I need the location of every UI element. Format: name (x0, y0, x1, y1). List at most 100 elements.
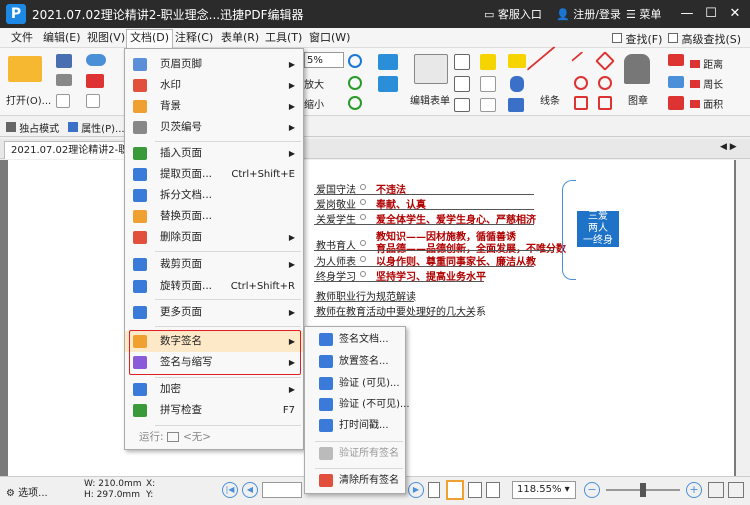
menu-item-rotate-page[interactable]: 旋转页面... Ctrl+Shift+R (125, 276, 303, 297)
perimeter-tool[interactable]: 周长 (690, 76, 723, 91)
menu-edit[interactable]: 编辑(E) (40, 30, 84, 46)
text-icon[interactable] (480, 76, 496, 92)
menu-item-crop-page[interactable]: 裁剪页面 ▶ (125, 254, 303, 275)
edit-form-label[interactable]: 编辑表单 (410, 92, 450, 107)
polygon-icon[interactable] (598, 76, 612, 90)
close-button[interactable]: ✕ (724, 4, 746, 24)
menu-item-header-footer[interactable]: 页眉页脚 ▶ (125, 54, 303, 75)
single-page-icon[interactable] (428, 482, 440, 498)
zoom-select[interactable]: 118.55% ▾ (512, 481, 576, 499)
area-tool[interactable]: 面积 (690, 96, 723, 111)
menu-item-split-document[interactable]: 拆分文档... (125, 185, 303, 206)
submenu-verify-all[interactable]: 验证所有签名 (305, 443, 405, 464)
menu-item-run[interactable]: 运行: <无> (125, 427, 303, 448)
pencil-icon[interactable] (668, 54, 684, 66)
facing-page-icon[interactable] (468, 482, 482, 498)
menu-item-encrypt[interactable]: 加密 ▶ (125, 379, 303, 400)
first-page-button[interactable]: |◀ (222, 482, 238, 498)
vertical-scrollbar[interactable] (736, 160, 750, 476)
email-icon[interactable] (86, 74, 104, 88)
maximize-button[interactable]: ☐ (700, 4, 722, 24)
rotate-left-icon[interactable] (348, 76, 362, 90)
menu-document[interactable]: 文档(D) (126, 29, 174, 48)
menu-window[interactable]: 窗口(W) (306, 30, 353, 46)
print-icon[interactable] (56, 74, 72, 86)
menu-item-delete-page[interactable]: 删除页面 ▶ (125, 227, 303, 248)
typewriter-icon[interactable] (480, 54, 496, 70)
highlight-icon[interactable] (668, 96, 684, 110)
fit-width-icon[interactable] (708, 482, 724, 498)
menu-file[interactable]: 文件 (8, 30, 36, 46)
open-button[interactable]: 打开(O)... (6, 92, 51, 107)
exclusive-mode-button[interactable]: 独占模式 (6, 120, 59, 135)
eraser-icon[interactable] (668, 76, 684, 88)
new-doc-icon[interactable] (56, 94, 70, 108)
submenu-sign-document[interactable]: 签名文档... (305, 329, 405, 350)
line-label[interactable]: 线条 (540, 92, 560, 107)
menu-view[interactable]: 视图(V) (84, 30, 128, 46)
zoom-in-icon[interactable] (348, 54, 362, 68)
submenu-timestamp[interactable]: 打时间戳... (305, 415, 405, 436)
edit-form-icon[interactable] (414, 54, 448, 84)
zoom-in-label[interactable]: 放大 (304, 76, 324, 91)
circle-icon[interactable] (574, 76, 588, 90)
distance-tool[interactable]: 距离 (690, 56, 723, 71)
tab-scroll-icon[interactable]: ◀ ▶ (720, 142, 737, 152)
stamp-icon[interactable] (624, 54, 650, 84)
find-button[interactable]: 查找(F) (612, 31, 662, 47)
cloud-shape-icon[interactable] (598, 96, 612, 110)
menu-button[interactable]: ☰ 菜单 (626, 6, 661, 22)
zoom-in-button[interactable]: + (686, 482, 702, 498)
stamp-label[interactable]: 图章 (628, 92, 648, 107)
menu-item-spell-check[interactable]: 拼写检查 F7 (125, 400, 303, 421)
submenu-place-signature[interactable]: 放置签名... (305, 351, 405, 372)
menu-item-insert-page[interactable]: 插入页面 ▶ (125, 143, 303, 164)
back-button[interactable]: ▶ (408, 482, 424, 498)
options-button[interactable]: ⚙ 选项... (6, 484, 48, 499)
page-icon[interactable] (86, 94, 100, 108)
zoom-select[interactable]: 5% (304, 52, 344, 68)
menu-item-watermark[interactable]: 水印 ▶ (125, 75, 303, 96)
menu-item-bates[interactable]: 贝茨编号 ▶ (125, 117, 303, 138)
zoom-out-button[interactable]: − (584, 482, 600, 498)
minimize-button[interactable]: — (676, 4, 698, 24)
submenu-clear-all[interactable]: 清除所有签名 (305, 470, 405, 491)
text-box-icon[interactable] (454, 54, 470, 70)
image-icon[interactable] (378, 54, 398, 70)
continuous-page-icon[interactable] (446, 480, 464, 500)
facing-continuous-icon[interactable] (486, 482, 500, 498)
sound-icon[interactable] (508, 98, 524, 112)
submenu-verify-visible[interactable]: 验证 (可见)... (305, 373, 405, 394)
menu-item-background[interactable]: 背景 ▶ (125, 96, 303, 117)
fullscreen-icon[interactable] (728, 482, 744, 498)
menu-tools[interactable]: 工具(T) (262, 30, 305, 46)
rectangle-icon[interactable] (574, 96, 588, 110)
rotate-right-icon[interactable] (348, 96, 362, 110)
advanced-find-button[interactable]: 高级查找(S) (668, 31, 741, 47)
crop-image-icon[interactable] (378, 76, 398, 92)
text-field-icon[interactable] (454, 76, 470, 92)
menu-item-replace-page[interactable]: 替换页面... (125, 206, 303, 227)
menu-item-extract-page[interactable]: 提取页面... Ctrl+Shift+E (125, 164, 303, 185)
submenu-verify-invisible[interactable]: 验证 (不可见)... (305, 394, 410, 415)
zoom-out-label[interactable]: 缩小 (304, 96, 324, 111)
login-button[interactable]: 👤 注册/登录 (556, 6, 621, 22)
menu-form[interactable]: 表单(R) (218, 30, 262, 46)
callout-icon[interactable] (454, 98, 470, 112)
cloud-icon[interactable] (86, 54, 106, 66)
properties-button[interactable]: 属性(P)... (68, 120, 125, 135)
service-button[interactable]: ▭ 客服入口 (484, 6, 542, 22)
zoom-slider-handle[interactable] (640, 483, 646, 497)
note-icon[interactable] (508, 54, 526, 68)
menu-comment[interactable]: 注释(C) (172, 30, 216, 46)
pentagon-icon[interactable] (595, 51, 615, 71)
page-number-input[interactable] (262, 482, 302, 498)
folder-icon[interactable] (8, 56, 42, 82)
prev-page-button[interactable]: ◀ (242, 482, 258, 498)
line-icon[interactable] (526, 45, 574, 93)
save-icon[interactable] (56, 54, 72, 68)
attach-icon[interactable] (510, 76, 524, 92)
strikeout-icon[interactable] (480, 98, 496, 112)
arrow-icon[interactable] (571, 51, 591, 71)
menu-item-more-pages[interactable]: 更多页面 ▶ (125, 302, 303, 323)
